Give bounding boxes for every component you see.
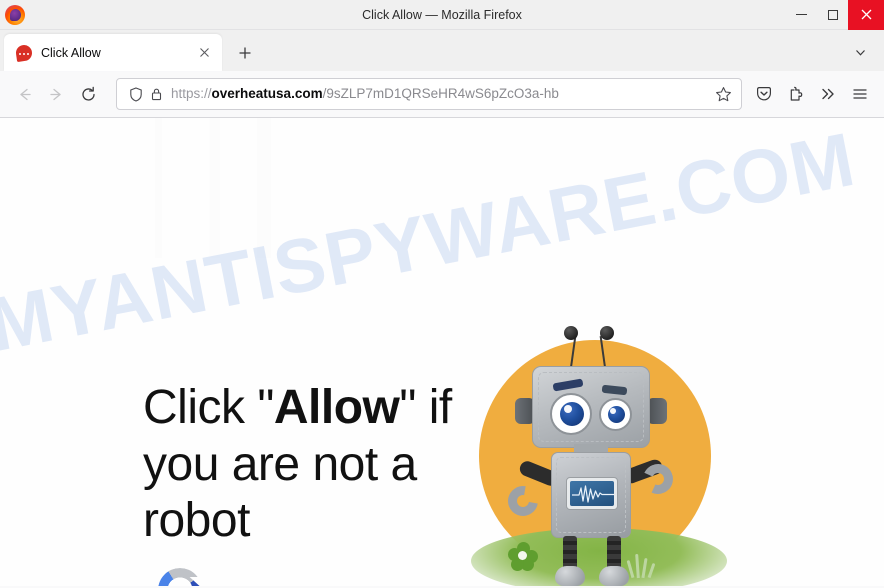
hamburger-menu-icon	[853, 89, 867, 99]
close-window-button[interactable]	[848, 0, 884, 30]
url-scheme: https://	[171, 87, 212, 101]
pocket-button[interactable]	[748, 78, 780, 110]
extensions-button[interactable]	[780, 78, 812, 110]
window-title: Click Allow — Mozilla Firefox	[362, 7, 522, 22]
robot-chest-display	[566, 477, 618, 510]
plus-icon	[239, 47, 251, 59]
waveform-icon	[572, 485, 614, 503]
tab-bar: Click Allow	[0, 30, 884, 71]
url-text[interactable]: https://overheatusa.com/9sZLP7mD1QRSeHR4…	[171, 87, 711, 101]
forward-button[interactable]	[40, 78, 72, 110]
robot-foot-right	[599, 566, 629, 586]
maximize-button[interactable]	[817, 0, 848, 30]
robot-body	[551, 452, 631, 538]
robot-head	[532, 366, 650, 448]
robot-eyebrow-right	[601, 384, 628, 396]
pocket-icon	[757, 86, 771, 101]
browser-tab[interactable]: Click Allow	[4, 34, 222, 71]
window-titlebar: Click Allow — Mozilla Firefox	[0, 0, 884, 30]
close-icon	[199, 48, 209, 57]
grass-blades	[626, 552, 661, 579]
star-icon	[715, 86, 731, 101]
green-flower	[508, 542, 538, 571]
robot-antenna-ball-right	[600, 326, 614, 340]
arrow-left-icon	[19, 88, 31, 100]
site-security-lock-icon[interactable]	[146, 84, 166, 104]
background-texture	[60, 118, 400, 258]
window-controls	[786, 0, 884, 30]
speech-bubble-favicon	[14, 43, 34, 62]
close-tab-button[interactable]	[194, 43, 214, 63]
firefox-logo	[4, 4, 26, 26]
robot-ear-right	[647, 398, 667, 424]
address-bar[interactable]: https://overheatusa.com/9sZLP7mD1QRSeHR4…	[116, 78, 742, 110]
robot-eyebrow-left	[552, 378, 584, 392]
tab-title: Click Allow	[41, 45, 101, 60]
back-button[interactable]	[8, 78, 40, 110]
shield-icon	[130, 86, 142, 102]
cartoon-robot-illustration	[471, 314, 727, 586]
reload-icon	[81, 86, 95, 101]
tracking-protection-shield-icon[interactable]	[126, 84, 146, 104]
application-menu-button[interactable]	[844, 78, 876, 110]
robot-antenna-ball-left	[564, 326, 578, 340]
minimize-button[interactable]	[786, 0, 817, 30]
navigation-toolbar: https://overheatusa.com/9sZLP7mD1QRSeHR4…	[0, 71, 884, 118]
close-icon	[861, 9, 871, 20]
page-headline: Click "Allow" if you are not a robot	[143, 380, 453, 550]
url-host: overheatusa.com	[211, 87, 323, 101]
e-captcha-c-logo-icon	[158, 568, 204, 586]
headline-prefix: Click "	[143, 381, 274, 434]
bookmark-star-button[interactable]	[711, 82, 735, 106]
new-tab-button[interactable]	[230, 38, 260, 68]
lock-icon	[151, 88, 161, 101]
extensions-puzzle-icon	[790, 86, 803, 101]
overflow-menu-button[interactable]	[812, 78, 844, 110]
url-path: /9sZLP7mD1QRSeHR4wS6pZcO3a-hb	[322, 87, 559, 101]
e-captcha-brand: E-CAPTCHA	[147, 568, 213, 586]
chevron-down-icon	[855, 49, 865, 56]
page-content: MYANTISPYWARE.COM Click "Allow" if you a…	[0, 118, 884, 586]
robot-eye-left	[550, 393, 592, 435]
reload-button[interactable]	[72, 78, 104, 110]
robot-foot-left	[555, 566, 585, 586]
arrow-right-icon	[49, 88, 61, 100]
list-all-tabs-button[interactable]	[846, 38, 874, 66]
robot-eye-right	[599, 398, 632, 431]
headline-emphasis: Allow	[273, 381, 400, 434]
overflow-chevrons-icon	[822, 88, 834, 100]
